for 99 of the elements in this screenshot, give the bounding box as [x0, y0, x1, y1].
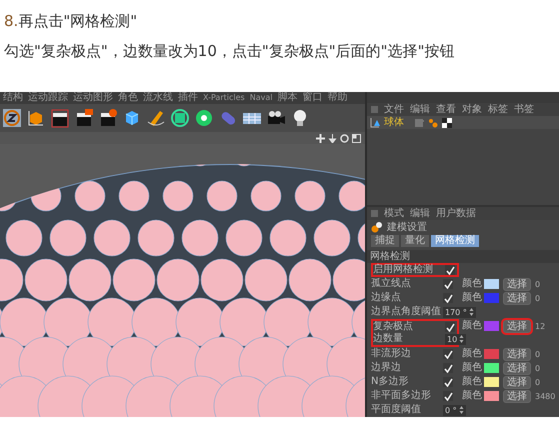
panel-title: 建模设置: [387, 220, 427, 234]
menu-item[interactable]: 运动跟踪: [28, 93, 68, 103]
checkbox[interactable]: [443, 349, 453, 359]
menu-item[interactable]: 编辑: [410, 208, 430, 220]
menu-item[interactable]: 模式: [384, 208, 404, 220]
menu-item[interactable]: 书签: [514, 104, 534, 116]
color-label: 颜色: [462, 390, 482, 402]
menu-item[interactable]: 文件: [384, 104, 404, 116]
color-label: 颜色: [462, 292, 482, 304]
menu-item[interactable]: 查看: [436, 104, 456, 116]
rotate-icon[interactable]: [340, 134, 349, 142]
number-field[interactable]: 170 °: [443, 306, 476, 318]
checkbox[interactable]: [443, 377, 453, 387]
setting-label: 复杂极点: [373, 321, 414, 332]
pen-icon[interactable]: [146, 108, 166, 128]
menu-item[interactable]: 编辑: [410, 104, 430, 116]
setting-label: 启用网格检测: [373, 264, 434, 276]
color-swatch[interactable]: [484, 377, 499, 387]
select-button[interactable]: 选择: [503, 348, 531, 360]
object-row[interactable]: 球体: [367, 116, 559, 130]
arrow-icon[interactable]: [328, 134, 337, 142]
select-button[interactable]: 选择: [503, 362, 531, 374]
menu-item[interactable]: 帮助: [327, 93, 348, 103]
color-swatch[interactable]: [484, 279, 499, 289]
color-swatch[interactable]: [484, 349, 499, 359]
tab[interactable]: 网格检测: [431, 235, 479, 247]
color-swatch[interactable]: [484, 391, 499, 401]
section-header: 网格检测: [367, 250, 559, 263]
menu-item[interactable]: 结构: [3, 93, 23, 103]
color-swatch[interactable]: [484, 321, 499, 331]
menu-item[interactable]: Naval: [250, 93, 272, 103]
clapperboard-icon[interactable]: [98, 108, 118, 128]
menu-item[interactable]: 脚本: [277, 93, 298, 103]
color-label: 颜色: [462, 278, 482, 290]
color-label: 颜色: [462, 376, 482, 388]
color-swatch[interactable]: [484, 363, 499, 373]
setting-label: N多边形: [371, 376, 410, 388]
setting-label: 边界点角度阈值: [371, 306, 441, 318]
count-value: 0: [535, 294, 540, 302]
checkmark-icon: [446, 322, 454, 332]
checkbox[interactable]: [443, 279, 453, 289]
setting-label: 孤立线点: [371, 278, 412, 290]
step-heading: 再点击"网格检测": [18, 12, 138, 30]
setting-label: 非平面多边形: [371, 390, 432, 402]
menu-item[interactable]: 用户数据: [436, 208, 476, 220]
select-button[interactable]: 选择: [503, 292, 531, 304]
number-field[interactable]: 10: [445, 334, 466, 344]
color-label: 颜色: [462, 348, 482, 360]
setting-label: 边缘点: [371, 292, 402, 304]
z-axis-icon[interactable]: [2, 108, 22, 128]
checkbox[interactable]: [443, 391, 453, 401]
setting-label: 平面度阈值: [371, 404, 422, 416]
spinner-icon[interactable]: [458, 406, 464, 414]
layer-icon: [370, 118, 380, 128]
tab[interactable]: 捕捉: [371, 235, 399, 247]
spinner-icon[interactable]: [468, 308, 474, 316]
setting-label: 边界边: [371, 362, 402, 374]
checkbox[interactable]: [445, 322, 455, 332]
menu-item[interactable]: 角色: [118, 93, 138, 103]
select-button[interactable]: 选择: [503, 278, 531, 290]
menu-item[interactable]: 运动图形: [73, 93, 113, 103]
count-value: 0: [535, 378, 540, 386]
tab[interactable]: 量化: [401, 235, 429, 247]
setting-label: 非流形边: [371, 348, 412, 360]
select-button[interactable]: 选择: [503, 376, 531, 388]
color-label: 颜色: [462, 320, 482, 332]
count-value: 0: [535, 350, 540, 358]
square-icon: [371, 210, 378, 218]
select-button[interactable]: 选择: [503, 320, 531, 332]
count-value: 12: [535, 322, 546, 330]
step-number: 8.: [4, 12, 18, 30]
object-name: 球体: [384, 116, 404, 129]
color-swatch[interactable]: [484, 293, 499, 303]
select-button[interactable]: 选择: [503, 390, 531, 402]
square-icon: [371, 106, 378, 114]
color-label: 颜色: [462, 362, 482, 374]
menu-item[interactable]: 标签: [488, 104, 508, 116]
move-icon[interactable]: [316, 134, 325, 142]
count-value: 0: [535, 280, 540, 288]
menu-item[interactable]: 对象: [462, 104, 482, 116]
checkbox[interactable]: [443, 363, 453, 373]
instruction-text: 勾选"复杂极点"，边数量改为10，点击"复杂极点"后面的"选择"按钮: [4, 41, 456, 61]
square-icon[interactable]: [352, 134, 361, 142]
clapperboard-icon[interactable]: [74, 108, 94, 128]
menu-item[interactable]: 插件: [178, 93, 198, 103]
checker-tag-icon: [442, 118, 452, 128]
number-field[interactable]: 0 °: [443, 404, 466, 416]
setting-label: 边数量: [373, 333, 404, 345]
menu-item[interactable]: X-Particles: [203, 93, 245, 103]
settings-icon: [371, 221, 383, 233]
checkbox[interactable]: [443, 293, 453, 303]
menu-item[interactable]: 流水线: [143, 93, 173, 103]
checkbox[interactable]: [445, 265, 455, 275]
spinner-icon[interactable]: [459, 335, 464, 343]
tag-icon: [428, 118, 438, 128]
count-value: 0: [535, 364, 540, 372]
clapperboard-icon[interactable]: [50, 108, 70, 128]
count-value: 3480: [535, 392, 556, 400]
menu-item[interactable]: 窗口: [302, 93, 322, 103]
